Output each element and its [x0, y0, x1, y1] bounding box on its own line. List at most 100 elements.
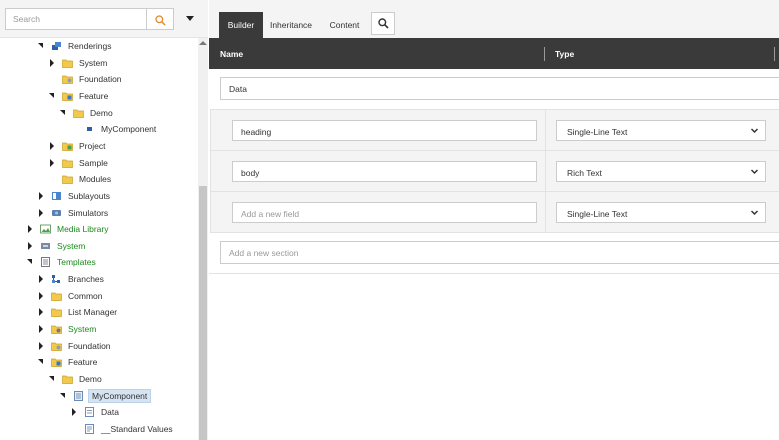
- expand-arrow-icon[interactable]: [37, 324, 45, 334]
- collapse-arrow-icon[interactable]: [59, 108, 67, 118]
- add-new-section-input[interactable]: Add a new section: [220, 241, 779, 264]
- tree-node-label[interactable]: Media Library: [55, 223, 111, 235]
- tree-node-label[interactable]: Branches: [66, 273, 106, 285]
- tab-content[interactable]: Content: [321, 12, 368, 38]
- field-name-cell: Add a new field: [211, 192, 546, 232]
- expand-arrow-icon[interactable]: [48, 141, 56, 151]
- tree-node-label[interactable]: Templates: [55, 256, 98, 268]
- tree-node-label[interactable]: Simulators: [66, 207, 110, 219]
- name-column-header: Name: [220, 49, 244, 59]
- expand-arrow-icon[interactable]: [37, 191, 45, 201]
- collapse-arrow-icon[interactable]: [59, 391, 67, 401]
- tree-node[interactable]: Common: [37, 288, 104, 304]
- field-type-value: Single-Line Text: [567, 209, 628, 219]
- tree-node[interactable]: MyComponent: [59, 388, 152, 404]
- tree-node[interactable]: Media Library: [26, 221, 111, 237]
- search-bar: [0, 0, 208, 38]
- expand-arrow-icon[interactable]: [37, 341, 45, 351]
- tree-scrollbar[interactable]: [198, 38, 208, 440]
- field-type-select[interactable]: Rich Text: [556, 161, 766, 182]
- branches-icon: [50, 273, 62, 285]
- tree-node[interactable]: MyComponent: [70, 121, 158, 137]
- tree-node-label[interactable]: Modules: [77, 173, 113, 185]
- tree-node[interactable]: Feature: [48, 88, 110, 104]
- system-folder-icon: [50, 323, 62, 335]
- tree-node-label[interactable]: Sublayouts: [66, 190, 112, 202]
- tree-node-label[interactable]: Demo: [88, 107, 115, 119]
- tree-node[interactable]: Demo: [48, 371, 104, 387]
- scroll-up-arrow-icon[interactable]: [199, 41, 207, 45]
- tree-node[interactable]: Templates: [26, 254, 98, 270]
- tree-node[interactable]: System: [26, 238, 87, 254]
- expand-arrow-icon[interactable]: [37, 274, 45, 284]
- tree-node[interactable]: Modules: [48, 171, 113, 187]
- chevron-down-icon: [750, 169, 759, 175]
- tab-inheritance[interactable]: Inheritance: [265, 12, 317, 38]
- tree-node-label[interactable]: Feature: [77, 90, 110, 102]
- tree-node[interactable]: Foundation: [48, 71, 124, 87]
- tree-node-label[interactable]: Common: [66, 290, 104, 302]
- tree-node[interactable]: Sample: [48, 155, 110, 171]
- folder-icon: [61, 57, 73, 69]
- search-options-dropdown[interactable]: [186, 16, 194, 21]
- field-name-input[interactable]: heading: [232, 120, 537, 141]
- collapse-arrow-icon[interactable]: [37, 41, 45, 51]
- tree-node[interactable]: Simulators: [37, 205, 110, 221]
- tree-node-label[interactable]: System: [66, 323, 98, 335]
- tree-node-label[interactable]: Demo: [77, 373, 104, 385]
- system-icon: [39, 240, 51, 252]
- tree-node[interactable]: System: [37, 321, 98, 337]
- tree-node-label[interactable]: Renderings: [66, 40, 113, 52]
- tree-node-label[interactable]: Data: [99, 406, 121, 418]
- expand-arrow-icon[interactable]: [48, 58, 56, 68]
- foundation-folder-icon: [61, 73, 73, 85]
- tree-node-label[interactable]: List Manager: [66, 306, 119, 318]
- search-button[interactable]: [147, 8, 174, 30]
- tab-search-button[interactable]: [371, 12, 395, 35]
- expand-arrow-icon[interactable]: [48, 158, 56, 168]
- tab-builder[interactable]: Builder: [219, 12, 263, 38]
- tree-node[interactable]: Demo: [59, 105, 115, 121]
- tree-node-label[interactable]: Feature: [66, 356, 99, 368]
- scroll-thumb[interactable]: [199, 186, 207, 440]
- expand-arrow-icon[interactable]: [26, 241, 34, 251]
- tree-node[interactable]: Branches: [37, 271, 106, 287]
- collapse-arrow-icon[interactable]: [48, 91, 56, 101]
- tree-node-label[interactable]: MyComponent: [99, 123, 158, 135]
- tree-node[interactable]: Feature: [37, 354, 99, 370]
- collapse-arrow-icon[interactable]: [48, 374, 56, 384]
- tree-node[interactable]: List Manager: [37, 304, 119, 320]
- tree-node-label[interactable]: Foundation: [77, 73, 124, 85]
- tree-node-label[interactable]: System: [55, 240, 87, 252]
- expand-arrow-icon[interactable]: [70, 407, 78, 417]
- tree-node[interactable]: Foundation: [37, 338, 113, 354]
- search-input[interactable]: [5, 8, 147, 30]
- field-type-cell: Single-Line Text: [546, 192, 779, 232]
- tree-node-label[interactable]: Project: [77, 140, 107, 152]
- add-new-field-input[interactable]: Add a new field: [232, 202, 537, 223]
- collapse-arrow-icon[interactable]: [37, 357, 45, 367]
- expand-arrow-icon[interactable]: [37, 208, 45, 218]
- tree-node-label[interactable]: System: [77, 57, 109, 69]
- section-name-input[interactable]: Data: [220, 77, 779, 100]
- tree-node[interactable]: Sublayouts: [37, 188, 112, 204]
- field-type-select[interactable]: Single-Line Text: [556, 120, 766, 141]
- fields-table: heading Single-Line Text body Rich Text: [210, 109, 779, 233]
- field-row: Add a new field Single-Line Text: [211, 192, 779, 233]
- tree-node-label[interactable]: Foundation: [66, 340, 113, 352]
- expand-arrow-icon[interactable]: [26, 224, 34, 234]
- tree-node[interactable]: Renderings: [37, 38, 113, 54]
- tree-node[interactable]: Data: [70, 404, 121, 420]
- tree-node-label[interactable]: MyComponent: [88, 388, 152, 403]
- tree-node[interactable]: System: [48, 55, 109, 71]
- field-name-input[interactable]: body: [232, 161, 537, 182]
- collapse-arrow-icon[interactable]: [26, 257, 34, 267]
- tree-node-label[interactable]: __Standard Values: [99, 423, 175, 435]
- field-type-select[interactable]: Single-Line Text: [556, 202, 766, 223]
- tree-node-label[interactable]: Sample: [77, 157, 110, 169]
- expand-arrow-icon[interactable]: [37, 291, 45, 301]
- expand-arrow-icon[interactable]: [37, 307, 45, 317]
- tree-node[interactable]: __Standard Values: [70, 421, 175, 437]
- tree-node[interactable]: Project: [48, 138, 107, 154]
- divider: [209, 273, 779, 274]
